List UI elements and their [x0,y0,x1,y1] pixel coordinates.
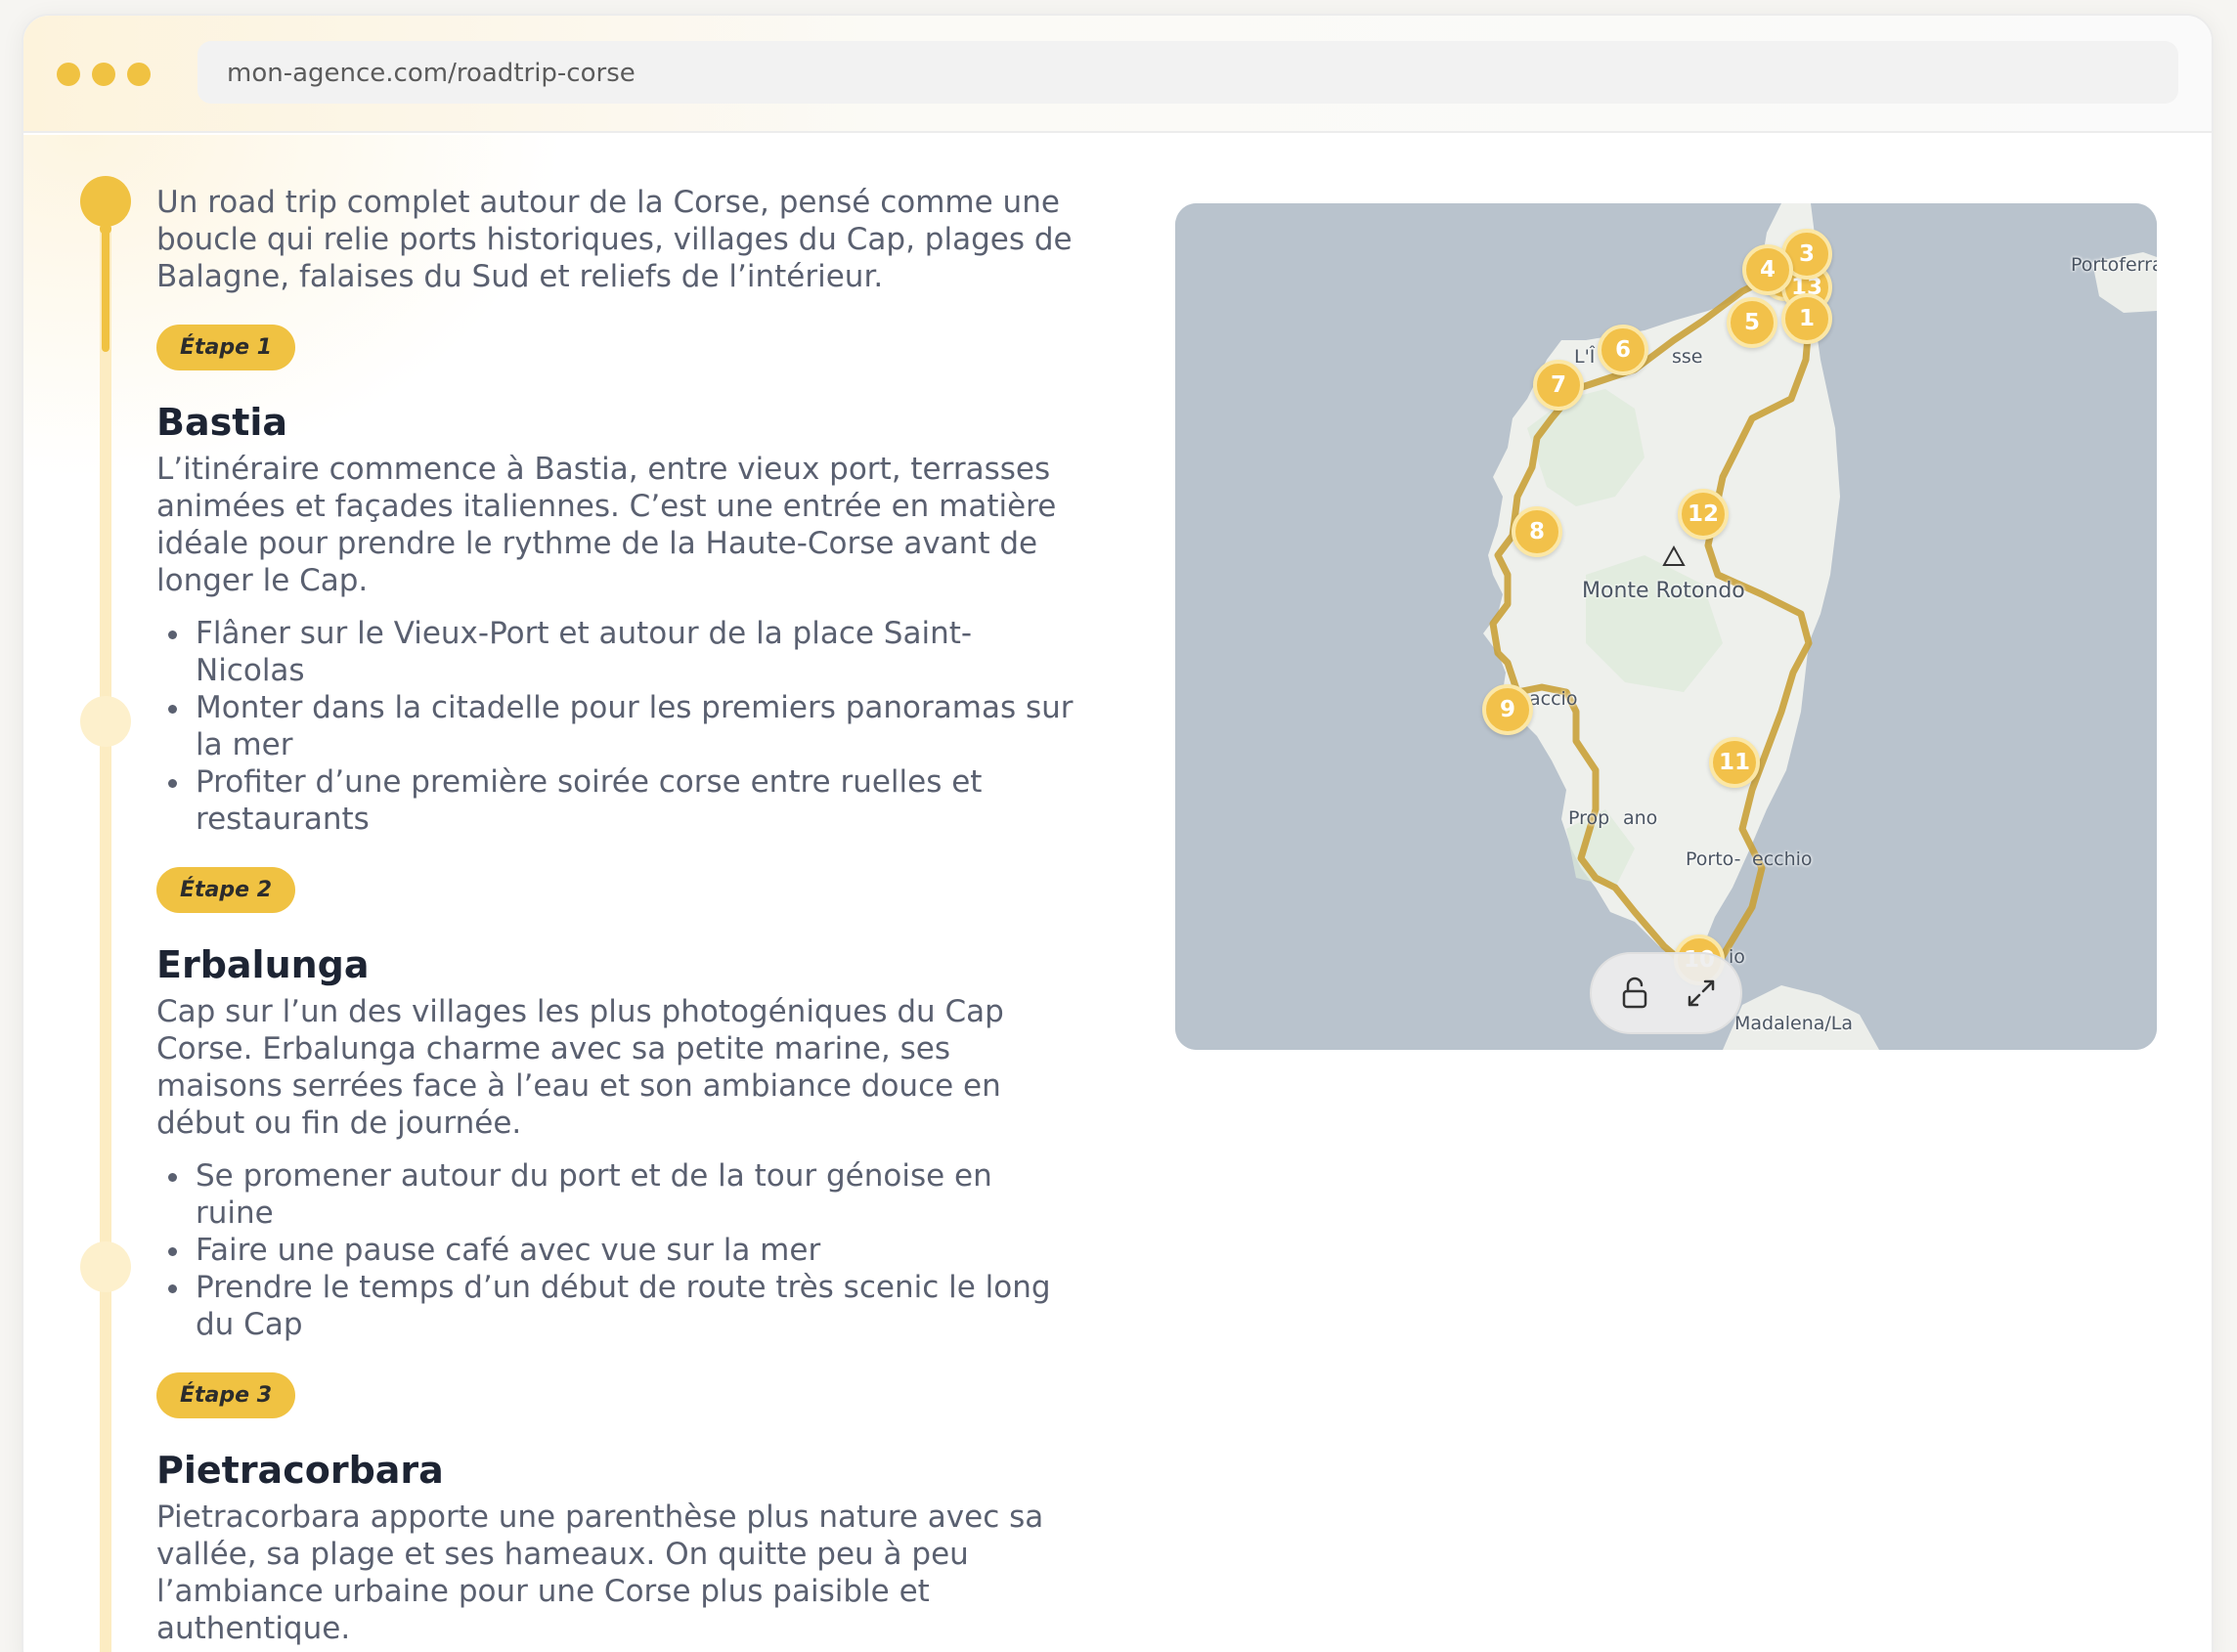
stage-badge: Étape 3 [156,1372,296,1418]
stage-badge: Étape 2 [156,867,296,913]
map-marker-9[interactable]: 9 [1482,684,1533,735]
timeline-progress [102,225,110,352]
stage-description: Pietracorbara apporte une parenthèse plu… [156,1500,1044,1646]
intro-paragraph: Un road trip complet autour de la Corse,… [156,185,1073,294]
map-label-propriano-b: ano [1623,807,1658,829]
stage-activities: Se promener autour du port et de la tour… [156,1157,1075,1343]
timeline-node [80,696,131,747]
map-marker-1[interactable]: 1 [1781,293,1832,344]
timeline-node-current [80,176,131,227]
stage-description: Cap sur l’un des villages les plus photo… [156,994,1004,1141]
map-marker-5[interactable]: 5 [1727,297,1777,348]
browser-window: mon-agence.com/roadtrip-corse Un road tr… [22,14,2214,1652]
stage-3: Étape 3 Pietracorbara Pietracorbara appo… [156,1343,1075,1647]
itinerary-text: Un road trip complet autour de la Corse,… [156,184,1075,1647]
stage-activities: Flâner sur le Vieux-Port et autour de la… [156,615,1075,838]
map-label-propriano-a: Prop [1568,807,1610,829]
map-label-ile-rousse-end: sse [1672,346,1703,368]
map-label-ile-rousse: L'Î [1574,346,1596,368]
expand-icon[interactable] [1680,972,1723,1015]
map-marker-8[interactable]: 8 [1512,506,1562,557]
stage-title: Pietracorbara [156,1449,444,1492]
stage-title: Erbalunga [156,943,370,986]
stage-1: Étape 1 Bastia L’itinéraire commence à B… [156,295,1075,838]
route-map[interactable]: Portoferra L'Î sse Monte Rotondo accio P… [1175,203,2157,1050]
window-dot-close[interactable] [57,63,80,86]
map-label-maddalena: Madalena/La [1734,1013,1854,1034]
list-item: Prendre le temps d’un début de route trè… [156,1269,1075,1343]
url-text: mon-agence.com/roadtrip-corse [227,59,636,88]
unlock-icon[interactable] [1613,972,1656,1015]
map-label-portoferraio: Portoferra [2071,254,2157,276]
list-item: Faire une pause café avec vue sur la mer [156,1232,1075,1269]
map-marker-4[interactable]: 4 [1742,244,1793,295]
window-dot-minimize[interactable] [92,63,115,86]
map-label-porto-vecchio-b: ecchio [1752,848,1813,870]
map-marker-12[interactable]: 12 [1678,489,1729,540]
stage-title: Bastia [156,401,288,444]
map-label-ajaccio: accio [1529,688,1578,710]
stage-description: L’itinéraire commence à Bastia, entre vi… [156,452,1057,598]
browser-chrome: mon-agence.com/roadtrip-corse [23,16,2212,133]
map-label-monte-rotondo: Monte Rotondo [1582,579,1745,603]
map-canvas [1175,203,2157,1050]
map-marker-6[interactable]: 6 [1598,325,1648,375]
list-item: Profiter d’une première soirée corse ent… [156,763,1075,838]
map-label-porto-vecchio-a: Porto- [1686,848,1741,870]
stage-badge: Étape 1 [156,325,296,370]
map-marker-11[interactable]: 11 [1709,737,1760,788]
list-item: Monter dans la citadelle pour les premie… [156,689,1075,763]
timeline-node-tip [100,223,111,235]
stage-2: Étape 2 Erbalunga Cap sur l’un des villa… [156,838,1075,1343]
window-dot-maximize[interactable] [127,63,151,86]
list-item: Flâner sur le Vieux-Port et autour de la… [156,615,1075,689]
list-item: Se promener autour du port et de la tour… [156,1157,1075,1232]
map-controls [1590,952,1742,1034]
page-content: Un road trip complet autour de la Corse,… [23,135,2212,1652]
timeline-rail [100,225,111,1652]
timeline-node [80,1241,131,1292]
address-bar[interactable]: mon-agence.com/roadtrip-corse [197,41,2178,104]
map-marker-7[interactable]: 7 [1533,360,1584,411]
